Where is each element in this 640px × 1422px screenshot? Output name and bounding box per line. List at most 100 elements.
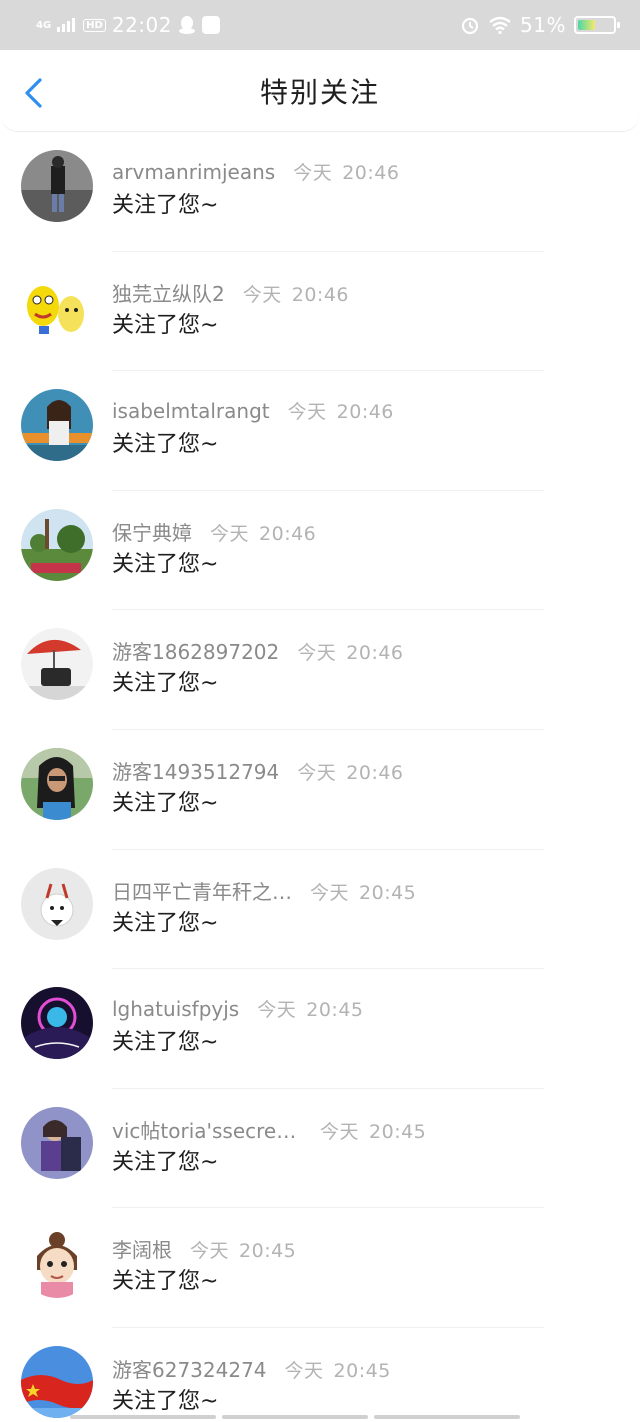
timestamp-time: 20:45: [239, 1240, 297, 1263]
item-meta: 李阔根 今天 20:45: [112, 1234, 296, 1263]
timestamp-time: 20:45: [333, 1359, 391, 1382]
timestamp-time: 20:45: [359, 881, 417, 904]
user-name[interactable]: 游客1493512794: [112, 756, 279, 785]
user-name[interactable]: lghatuisfpyjs: [112, 997, 239, 1021]
item-meta: 游客627324274 今天 20:45: [112, 1354, 391, 1383]
timestamp: 今天 20:45: [257, 995, 363, 1022]
avatar[interactable]: [21, 389, 93, 462]
list-item[interactable]: vic帖toria'ssecre繁t 今天 20:45 关注了您~: [0, 1089, 640, 1209]
timestamp-day: 今天: [297, 642, 337, 665]
timestamp-time: 20:46: [342, 162, 400, 184]
timestamp-day: 今天: [190, 1240, 230, 1263]
avatar[interactable]: [21, 628, 93, 701]
timestamp-day: 今天: [284, 1359, 324, 1382]
user-name[interactable]: 日四平亡青年秆之…: [112, 876, 292, 905]
notification-text: 关注了您~: [112, 432, 219, 458]
avatar[interactable]: [21, 747, 93, 820]
timestamp: 今天 20:46: [288, 397, 394, 424]
timestamp-day: 今天: [242, 283, 282, 306]
alarm-icon: [461, 17, 479, 35]
notification-text: 关注了您~: [112, 1149, 219, 1175]
notification-text: 关注了您~: [112, 910, 219, 936]
item-meta: 保宁典嫜 今天 20:46: [112, 517, 316, 546]
item-meta: 独芫立纵队2 今天 20:46: [112, 278, 349, 307]
network-type: 4G: [36, 19, 52, 31]
avatar[interactable]: [21, 269, 93, 342]
user-name[interactable]: 保宁典嫜: [112, 517, 192, 546]
hd-badge: HD: [83, 18, 106, 32]
user-name[interactable]: 游客627324274: [112, 1354, 267, 1383]
message-icon: [201, 16, 220, 34]
notification-text: 关注了您~: [112, 193, 219, 218]
timestamp-day: 今天: [210, 522, 250, 545]
nav-bar: 特别关注: [0, 50, 640, 132]
timestamp: 今天 20:45: [285, 1356, 391, 1383]
timestamp-time: 20:46: [346, 761, 404, 784]
timestamp: 今天 20:46: [297, 758, 403, 785]
list-item[interactable]: arvmanrimjeans 今天 20:46 关注了您~: [0, 132, 640, 252]
timestamp-day: 今天: [287, 401, 327, 424]
avatar[interactable]: [21, 1345, 93, 1418]
signal-icon: [57, 18, 76, 32]
avatar[interactable]: [21, 508, 93, 581]
chevron-left-icon[interactable]: [20, 76, 50, 110]
wifi-icon: [489, 16, 511, 34]
timestamp-time: 20:46: [259, 522, 317, 545]
user-name[interactable]: 李阔根: [112, 1234, 172, 1263]
timestamp-time: 20:45: [369, 1120, 427, 1143]
notification-list: arvmanrimjeans 今天 20:46 关注了您~ 独芫立纵队2 今天 20…: [0, 132, 640, 1422]
page-title: 特别关注: [259, 75, 380, 109]
clock: 22:02: [111, 13, 172, 37]
list-item[interactable]: 游客1493512794 今天 20:46 关注了您~: [0, 730, 640, 850]
avatar[interactable]: [21, 1226, 93, 1299]
avatar[interactable]: [21, 150, 93, 222]
qq-icon: [178, 16, 195, 34]
battery-icon: [574, 16, 620, 34]
timestamp-day: 今天: [320, 1120, 360, 1143]
item-meta: 游客1493512794 今天 20:46: [112, 756, 404, 785]
notification-text: 关注了您~: [112, 671, 219, 697]
avatar[interactable]: [21, 987, 93, 1060]
notification-text: 关注了您~: [112, 312, 219, 338]
timestamp-time: 20:46: [336, 401, 394, 424]
notification-text: 关注了您~: [112, 1388, 219, 1414]
user-name[interactable]: vic帖toria'ssecre繁t: [112, 1115, 302, 1144]
user-name[interactable]: 游客1862897202: [112, 636, 279, 665]
notification-text: 关注了您~: [112, 1269, 219, 1295]
item-meta: isabelmtalrangt 今天 20:46: [112, 397, 394, 424]
user-name[interactable]: isabelmtalrangt: [112, 399, 270, 423]
list-item[interactable]: 游客1862897202 今天 20:46 关注了您~: [0, 610, 640, 730]
timestamp: 今天 20:46: [293, 158, 399, 185]
list-item[interactable]: lghatuisfpyjs 今天 20:45 关注了您~: [0, 969, 640, 1089]
user-name[interactable]: 独芫立纵队2: [112, 278, 225, 307]
timestamp: 今天 20:45: [320, 1117, 426, 1144]
timestamp: 今天 20:46: [210, 519, 316, 546]
timestamp-time: 20:45: [306, 999, 364, 1022]
timestamp-day: 今天: [257, 999, 297, 1022]
list-item[interactable]: 李阔根 今天 20:45 关注了您~: [0, 1208, 640, 1328]
timestamp-day: 今天: [310, 881, 350, 904]
item-meta: lghatuisfpyjs 今天 20:45: [112, 995, 364, 1022]
user-name[interactable]: arvmanrimjeans: [112, 160, 275, 184]
list-item[interactable]: 游客627324274 今天 20:45 关注了您~: [0, 1328, 640, 1422]
timestamp-time: 20:46: [291, 283, 350, 306]
avatar[interactable]: [21, 867, 93, 940]
avatar[interactable]: [21, 1106, 93, 1179]
timestamp: 今天 20:46: [243, 280, 349, 307]
list-item[interactable]: 保宁典嫜 今天 20:46 关注了您~: [0, 491, 640, 611]
list-item[interactable]: 独芫立纵队2 今天 20:46 关注了您~: [0, 252, 640, 372]
timestamp: 今天 20:46: [297, 638, 403, 665]
timestamp-day: 今天: [293, 162, 333, 184]
notification-text: 关注了您~: [112, 790, 219, 816]
list-item[interactable]: 日四平亡青年秆之… 今天 20:45 关注了您~: [0, 850, 640, 970]
notification-text: 关注了您~: [112, 1030, 219, 1056]
timestamp-day: 今天: [297, 761, 337, 784]
item-meta: vic帖toria'ssecre繁t 今天 20:45: [112, 1115, 426, 1144]
bottom-scroll-indicator: [70, 1415, 520, 1419]
list-item[interactable]: isabelmtalrangt 今天 20:46 关注了您~: [0, 371, 640, 491]
timestamp-time: 20:46: [346, 642, 404, 665]
status-bar: 4G HD 22:02 51%: [0, 0, 640, 50]
item-meta: 游客1862897202 今天 20:46: [112, 636, 404, 665]
item-meta: arvmanrimjeans 今天 20:46: [112, 158, 399, 185]
item-meta: 日四平亡青年秆之… 今天 20:45: [112, 876, 416, 905]
